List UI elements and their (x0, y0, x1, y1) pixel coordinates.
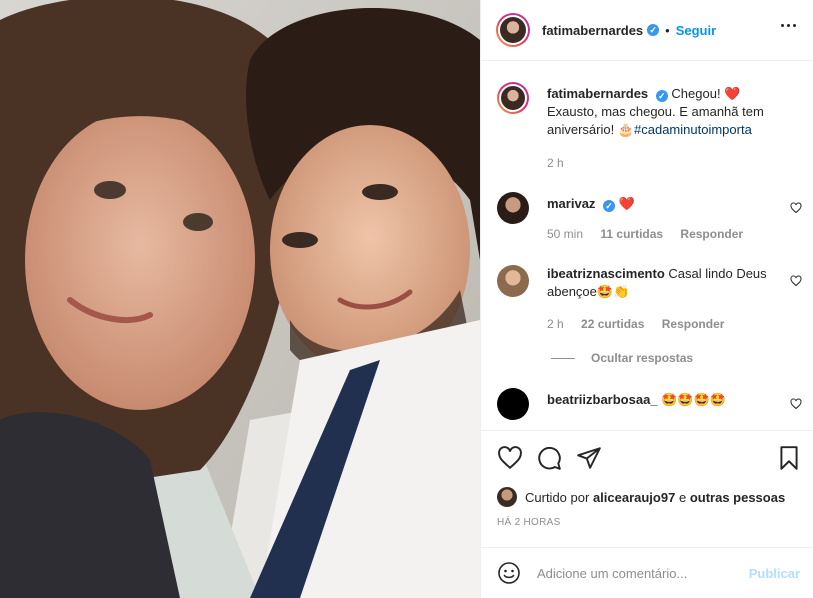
liked-by: Curtido por alicearaujo97 e outras pesso… (497, 487, 785, 507)
reply-button[interactable]: Responder (662, 317, 725, 331)
liked-middle: e (678, 489, 687, 505)
verified-icon: ✓ (647, 24, 660, 36)
heart-icon[interactable] (790, 202, 802, 214)
commenter-avatar[interactable] (497, 192, 529, 224)
verified-icon: ✓ (655, 90, 668, 102)
verified-icon: ✓ (603, 200, 616, 212)
comment-username[interactable]: beatriizbarbosaa_ (547, 392, 658, 407)
caption-username[interactable]: fatimabernardes (547, 86, 648, 101)
commenter-avatar[interactable] (497, 265, 529, 297)
liker-avatar[interactable] (497, 487, 517, 507)
comment-age[interactable]: 2 h (547, 317, 564, 331)
comment-username[interactable]: marivaz (547, 196, 595, 211)
comment-meta: 50 min 11 curtidas Responder (547, 227, 743, 241)
heart-icon[interactable] (790, 275, 802, 287)
comment-username[interactable]: ibeatriznascimento (547, 266, 665, 281)
comments-list[interactable]: fatimabernardes ✓ Chegou! ❤️ Exausto, ma… (481, 62, 813, 430)
author-username[interactable]: fatimabernardes (542, 23, 643, 38)
follow-button[interactable]: Seguir (676, 23, 716, 38)
bookmark-icon[interactable] (776, 445, 802, 471)
comment-meta: 2 h 22 curtidas Responder (547, 317, 724, 331)
comment-age[interactable]: 50 min (547, 227, 583, 241)
emoji-icon[interactable] (497, 561, 521, 585)
liked-prefix: Curtido por (525, 489, 590, 505)
divider (551, 357, 575, 359)
separator-dot: • (665, 22, 670, 38)
post-header: fatimabernardes ✓ • Seguir (481, 0, 813, 61)
heart-icon[interactable] (497, 445, 523, 471)
hashtag-link[interactable]: #cadaminutoimporta (634, 122, 752, 137)
post-photo[interactable] (0, 0, 480, 598)
reply-button[interactable]: Responder (680, 227, 743, 241)
post-timestamp[interactable]: HÁ 2 HORAS (497, 517, 561, 528)
comment-likes[interactable]: 11 curtidas (600, 227, 663, 241)
caption-emoji: 🎂 (617, 122, 635, 137)
heart-icon[interactable] (790, 398, 802, 410)
comment-likes[interactable]: 22 curtidas (581, 317, 644, 331)
liked-others[interactable]: outras pessoas (690, 490, 785, 505)
share-icon[interactable] (576, 445, 602, 471)
publish-button[interactable]: Publicar (749, 566, 800, 581)
comment-text: ❤️ (618, 196, 635, 211)
hide-replies-button[interactable]: Ocultar respostas (551, 351, 693, 365)
comment-composer: Adicione um comentário... Publicar (481, 547, 813, 598)
action-bar (481, 430, 813, 480)
comment-input[interactable]: Adicione um comentário... (537, 566, 749, 581)
comment-icon[interactable] (536, 445, 562, 471)
post-panel: fatimabernardes ✓ • Seguir fatimabernard… (480, 0, 813, 598)
liker-username[interactable]: alicearaujo97 (593, 490, 675, 505)
avatar[interactable] (496, 13, 530, 47)
more-options-icon[interactable] (781, 24, 796, 27)
commenter-avatar[interactable] (497, 388, 529, 420)
caption-age[interactable]: 2 h (547, 156, 564, 170)
caption-avatar[interactable] (497, 82, 529, 114)
hide-replies-label: Ocultar respostas (591, 351, 694, 365)
comment-text: 🤩🤩🤩🤩 (661, 392, 726, 407)
